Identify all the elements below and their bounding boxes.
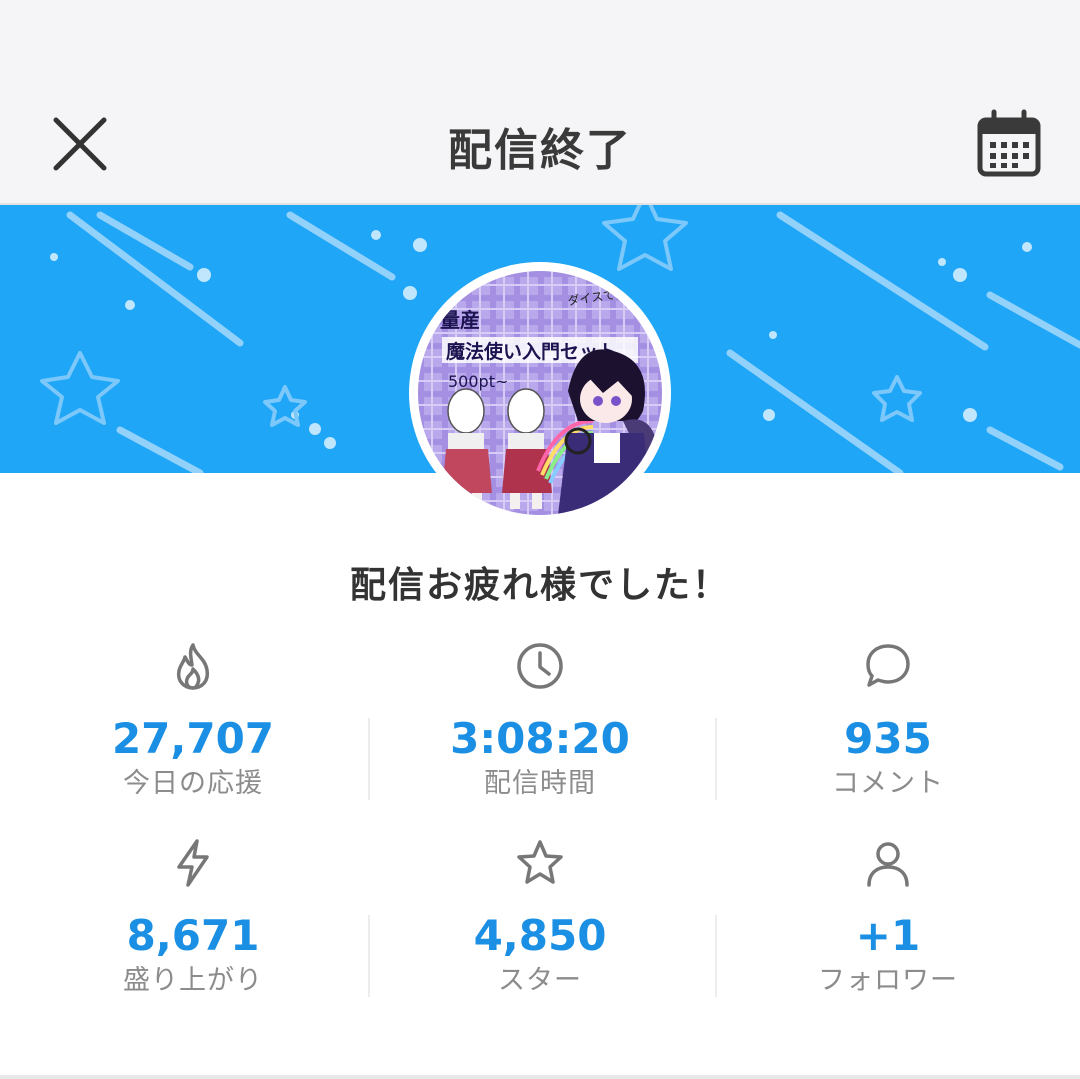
stat-value: 3:08:20: [450, 714, 630, 763]
stat-value: 27,707: [111, 714, 275, 763]
stat-excitement: 8,671 盛り上がり: [13, 837, 373, 999]
stat-value: +1: [855, 911, 921, 960]
avatar[interactable]: ダイスで割引 量産 魔法使い入門セット 500pt~: [409, 262, 671, 524]
stat-label: スター: [498, 965, 582, 996]
stat-duration: 3:08:20 配信時間: [360, 640, 720, 802]
stat-value: 8,671: [126, 911, 260, 960]
stat-label: フォロワー: [818, 965, 958, 996]
top-bar: 配信終了: [0, 0, 1080, 205]
page-title: 配信終了: [448, 125, 632, 176]
stat-label: 盛り上がり: [123, 965, 263, 996]
avatar-text-line3: 500pt~: [448, 372, 508, 391]
lightning-icon: [177, 839, 209, 887]
stat-value: 4,850: [473, 911, 607, 960]
comment-icon: [866, 644, 910, 687]
person-icon: [867, 842, 909, 887]
calendar-icon: [977, 109, 1041, 177]
stat-value: 935: [844, 714, 932, 763]
avatar-text-line1: 量産: [440, 308, 480, 332]
stat-comments: 935 コメント: [708, 640, 1068, 802]
avatar-image: ダイスで割引 量産 魔法使い入門セット 500pt~: [418, 271, 662, 515]
calendar-button[interactable]: [974, 108, 1044, 178]
star-icon: [517, 840, 563, 884]
end-message: 配信お疲れ様でした！: [349, 565, 730, 606]
stat-label: 今日の応援: [123, 768, 263, 799]
clock-icon: [517, 643, 563, 689]
stat-label: 配信時間: [484, 768, 596, 799]
stat-stars: 4,850 スター: [360, 837, 720, 999]
stat-followers: +1 フォロワー: [708, 837, 1068, 999]
fire-icon: [176, 643, 210, 690]
stat-cheer: 27,707 今日の応援: [13, 640, 373, 802]
bottom-divider: [0, 1075, 1080, 1079]
stat-label: コメント: [832, 768, 944, 799]
